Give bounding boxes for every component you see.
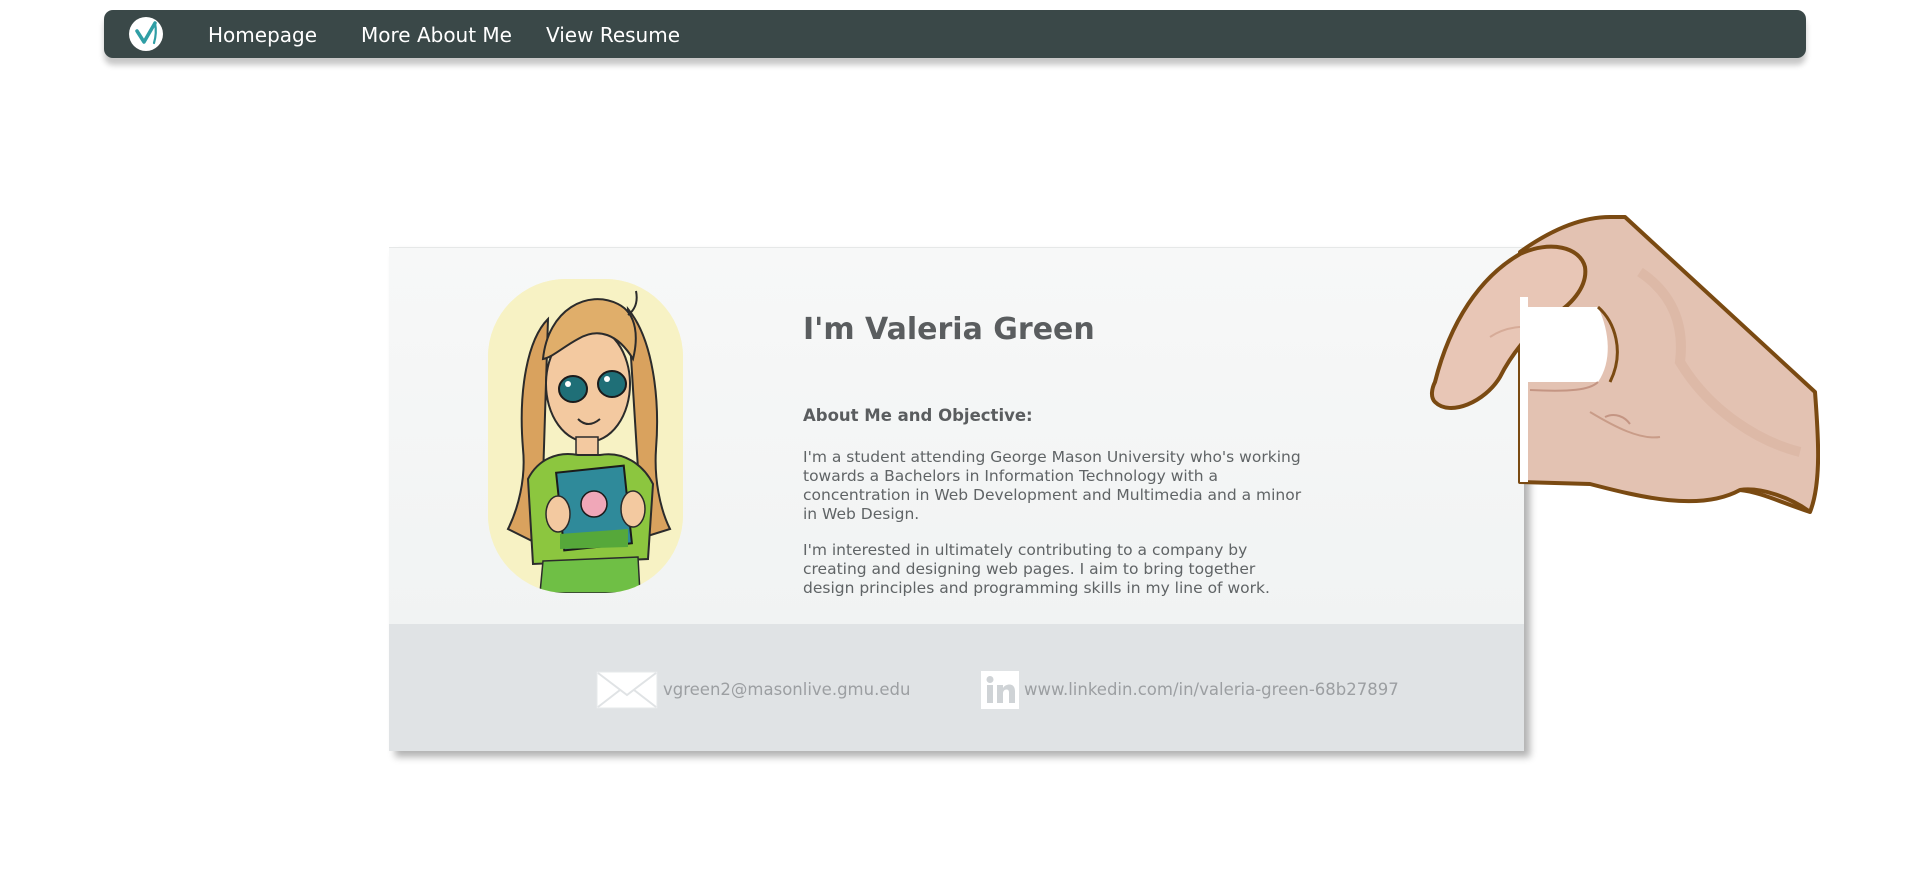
nav-link-more-about-me[interactable]: More About Me	[361, 23, 512, 47]
linkedin-icon	[981, 671, 1019, 713]
avatar	[488, 279, 683, 593]
about-paragraph-1: I'm a student attending George Mason Uni…	[803, 448, 1302, 523]
linkedin-text: www.linkedin.com/in/valeria-green-68b278…	[1024, 680, 1399, 699]
cartoon-portrait-icon	[488, 279, 683, 593]
hand-illustration-icon	[1340, 212, 1821, 536]
site-logo-icon[interactable]	[129, 17, 163, 51]
envelope-icon	[596, 671, 658, 713]
about-heading: About Me and Objective:	[803, 406, 1033, 425]
nav-link-view-resume[interactable]: View Resume	[546, 23, 680, 47]
about-paragraph-2: I'm interested in ultimately contributin…	[803, 541, 1270, 597]
contact-footer: vgreen2@masonlive.gmu.edu www.linkedin.c…	[389, 624, 1524, 751]
profile-title: I'm Valeria Green	[803, 312, 1095, 347]
nav-link-homepage[interactable]: Homepage	[208, 23, 317, 47]
email-text: vgreen2@masonlive.gmu.edu	[663, 680, 911, 699]
top-navbar: Homepage More About Me View Resume	[104, 10, 1806, 58]
